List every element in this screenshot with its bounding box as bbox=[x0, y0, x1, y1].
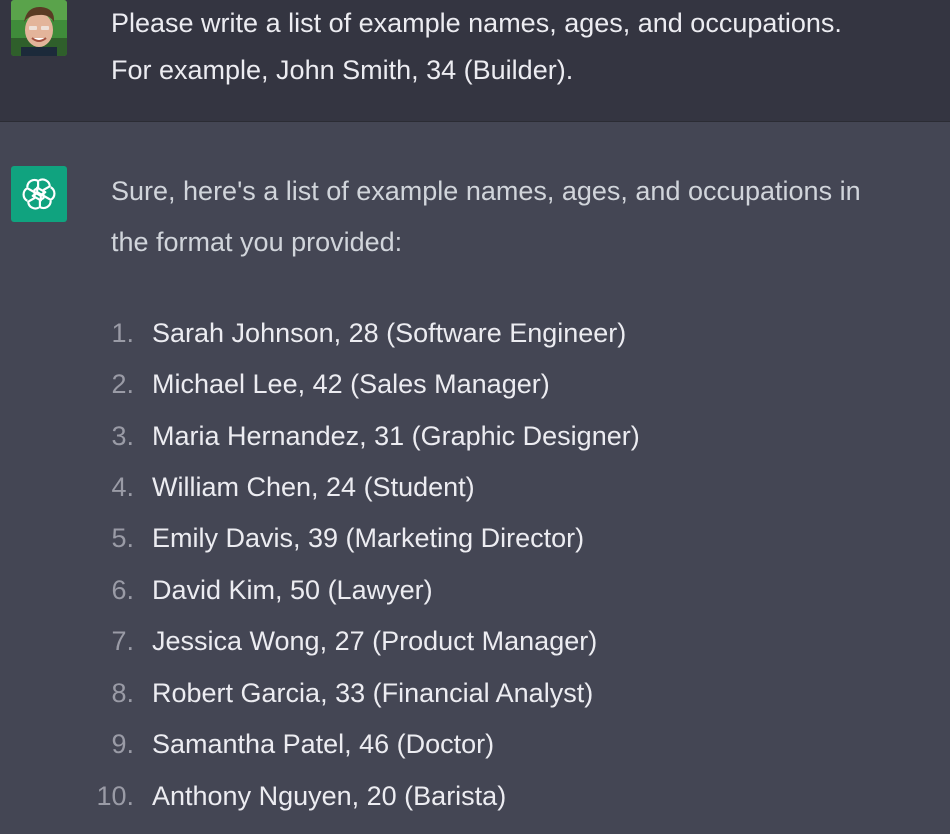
list-item-number: 3. bbox=[111, 421, 134, 451]
openai-logo-icon bbox=[22, 178, 56, 210]
list-item-number: 1. bbox=[111, 318, 134, 348]
list-item: 6. David Kim, 50 (Lawyer) bbox=[0, 565, 950, 616]
list-item: 8. Robert Garcia, 33 (Financial Analyst) bbox=[0, 668, 950, 719]
list-item-number: 5. bbox=[111, 523, 134, 553]
user-avatar-photo-icon bbox=[11, 0, 67, 56]
user-message-line-2: For example, John Smith, 34 (Builder). bbox=[111, 55, 574, 85]
list-item-text: Sarah Johnson, 28 (Software Engineer) bbox=[152, 318, 627, 348]
list-item-number: 6. bbox=[111, 575, 134, 605]
list-item: 5. Emily Davis, 39 (Marketing Director) bbox=[0, 513, 950, 564]
list-item-text: William Chen, 24 (Student) bbox=[152, 472, 475, 502]
list-item-number: 10. bbox=[96, 781, 134, 811]
list-item-text: Samantha Patel, 46 (Doctor) bbox=[152, 729, 495, 759]
user-message-text: Please write a list of example names, ag… bbox=[111, 0, 941, 94]
list-item-number: 4. bbox=[111, 472, 134, 502]
user-avatar bbox=[11, 0, 67, 56]
list-item-number: 8. bbox=[111, 678, 134, 708]
assistant-message-intro: Sure, here's a list of example names, ag… bbox=[111, 166, 947, 268]
list-item: 1. Sarah Johnson, 28 (Software Engineer) bbox=[0, 308, 950, 359]
list-item-text: Robert Garcia, 33 (Financial Analyst) bbox=[152, 678, 594, 708]
list-item-text: Michael Lee, 42 (Sales Manager) bbox=[152, 369, 550, 399]
user-message-row: Please write a list of example names, ag… bbox=[0, 0, 950, 122]
assistant-intro-line-1: Sure, here's a list of example names, ag… bbox=[111, 176, 861, 206]
user-message-line-1: Please write a list of example names, ag… bbox=[111, 8, 842, 38]
list-item: 2. Michael Lee, 42 (Sales Manager) bbox=[0, 359, 950, 410]
list-item-number: 7. bbox=[111, 626, 134, 656]
list-item-text: Emily Davis, 39 (Marketing Director) bbox=[152, 523, 585, 553]
list-item-text: Maria Hernandez, 31 (Graphic Designer) bbox=[152, 421, 640, 451]
list-item: 9. Samantha Patel, 46 (Doctor) bbox=[0, 719, 950, 770]
assistant-intro-line-2: the format you provided: bbox=[111, 227, 403, 257]
list-item: 7. Jessica Wong, 27 (Product Manager) bbox=[0, 616, 950, 667]
list-item-number: 2. bbox=[111, 369, 134, 399]
list-item: 10. Anthony Nguyen, 20 (Barista) bbox=[0, 771, 950, 822]
list-item-text: Anthony Nguyen, 20 (Barista) bbox=[152, 781, 507, 811]
list-item-number: 9. bbox=[111, 729, 134, 759]
list-item: 3. Maria Hernandez, 31 (Graphic Designer… bbox=[0, 411, 950, 462]
assistant-avatar bbox=[11, 166, 67, 222]
list-item-text: David Kim, 50 (Lawyer) bbox=[152, 575, 433, 605]
list-item-text: Jessica Wong, 27 (Product Manager) bbox=[152, 626, 598, 656]
list-item: 4. William Chen, 24 (Student) bbox=[0, 462, 950, 513]
